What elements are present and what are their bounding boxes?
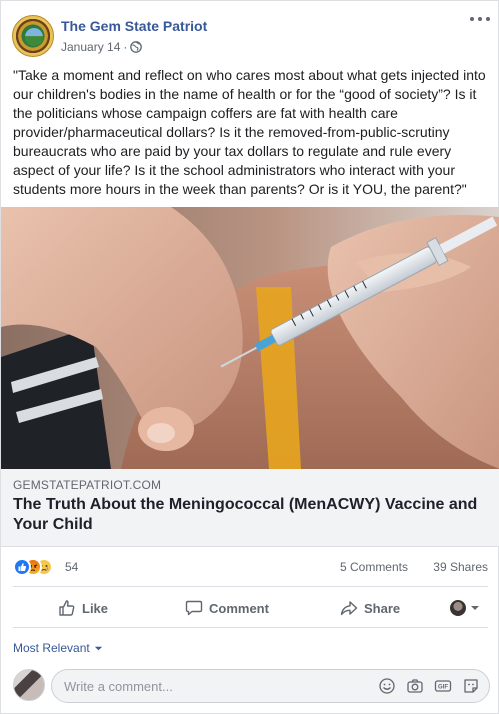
svg-text:GIF: GIF <box>438 685 448 691</box>
comment-label: Comment <box>209 600 269 616</box>
camera-icon[interactable] <box>406 677 424 695</box>
post-meta: January 14 · <box>61 40 143 54</box>
caret-down-icon <box>94 646 102 650</box>
caret-down-icon <box>471 606 479 610</box>
page-avatar[interactable] <box>12 15 54 57</box>
seal-emblem <box>25 28 43 46</box>
comment-sort-dropdown[interactable]: Most Relevant <box>13 641 103 655</box>
comments-count[interactable]: 5 Comments <box>340 560 408 574</box>
profile-avatar-small <box>450 600 466 616</box>
reactions-count[interactable]: 54 <box>65 560 78 574</box>
page-name-link[interactable]: The Gem State Patriot <box>61 18 207 34</box>
like-button[interactable]: Like <box>58 599 108 617</box>
like-label: Like <box>82 600 109 616</box>
globe-icon <box>130 41 143 53</box>
share-arrow-icon <box>340 601 358 616</box>
meta-separator: · <box>123 40 128 54</box>
comment-icon <box>185 600 203 616</box>
reactions-summary: 54 5 Comments 39 Shares <box>13 549 488 587</box>
emoji-icon[interactable] <box>378 677 396 695</box>
like-reaction-icon <box>13 558 31 576</box>
post-header: The Gem State Patriot January 14 · <box>1 1 499 63</box>
comment-composer: GIF <box>13 669 490 703</box>
post-image[interactable] <box>1 207 499 469</box>
comment-button[interactable]: Comment <box>185 599 269 617</box>
more-options-icon[interactable] <box>470 13 490 25</box>
link-title[interactable]: The Truth About the Meningococcal (MenAC… <box>13 495 491 535</box>
react-as-selector[interactable] <box>450 600 480 616</box>
user-avatar[interactable] <box>13 669 45 701</box>
reaction-icons[interactable] <box>13 558 63 576</box>
facebook-post: The Gem State Patriot January 14 · "Take… <box>0 0 499 714</box>
gif-icon[interactable]: GIF <box>434 677 452 695</box>
sticker-icon[interactable] <box>462 677 480 695</box>
action-bar: Like Comment Share <box>13 588 488 628</box>
share-label: Share <box>364 600 401 616</box>
shares-count[interactable]: 39 Shares <box>433 560 488 574</box>
thumbs-up-icon <box>59 600 75 616</box>
post-text: "Take a moment and reflect on who cares … <box>13 67 486 197</box>
post-date[interactable]: January 14 <box>61 40 120 54</box>
share-button[interactable]: Share <box>340 599 400 617</box>
link-domain: GEMSTATEPATRIOT.COM <box>13 478 162 492</box>
comment-attachments: GIF <box>378 677 480 695</box>
comment-sort-label: Most Relevant <box>13 641 90 655</box>
link-preview[interactable]: GEMSTATEPATRIOT.COM The Truth About the … <box>1 469 499 547</box>
